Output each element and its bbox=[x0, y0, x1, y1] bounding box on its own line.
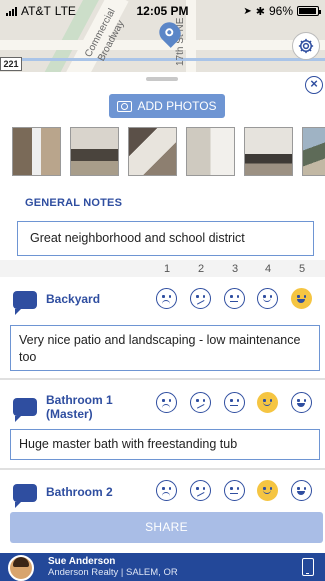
photo-strip[interactable] bbox=[12, 127, 325, 177]
photo-thumbnail[interactable] bbox=[128, 127, 177, 176]
battery-percent: 96% bbox=[268, 4, 293, 18]
route-badge: 221 bbox=[0, 57, 22, 71]
notes-sheet: × ADD PHOTOS GENERAL NOTES Great neighbo… bbox=[0, 72, 325, 581]
scale-number: 1 bbox=[163, 263, 171, 275]
scale-number: 2 bbox=[197, 263, 205, 275]
category-note-bathroom-1[interactable]: Huge master bath with freestanding tub bbox=[10, 429, 320, 460]
location-arrow-icon: ➤ bbox=[243, 5, 252, 17]
close-icon[interactable]: × bbox=[305, 76, 323, 94]
photo-thumbnail[interactable] bbox=[70, 127, 119, 176]
divider bbox=[0, 468, 325, 470]
comment-icon[interactable] bbox=[13, 484, 37, 508]
gear-icon[interactable] bbox=[292, 32, 320, 60]
agent-footer: Sue Anderson Anderson Realty | SALEM, OR bbox=[0, 553, 325, 581]
bluetooth-icon: ✱ bbox=[255, 5, 265, 18]
agent-company: Anderson Realty | SALEM, OR bbox=[48, 567, 178, 578]
general-notes-title: GENERAL NOTES bbox=[25, 197, 123, 209]
rating-face-5[interactable] bbox=[291, 392, 312, 413]
photo-thumbnail[interactable] bbox=[186, 127, 235, 176]
comment-icon[interactable] bbox=[13, 291, 37, 315]
scale-number: 5 bbox=[298, 263, 306, 275]
category-label: Backyard bbox=[46, 292, 101, 306]
rating-face-3[interactable] bbox=[224, 392, 245, 413]
rating-scale-header: 1 2 3 4 5 bbox=[0, 260, 325, 277]
rating-face-4-selected[interactable] bbox=[257, 392, 278, 413]
category-row-bathroom-1: Bathroom 1 (Master) bbox=[0, 385, 325, 427]
phone-icon[interactable] bbox=[302, 558, 314, 576]
map-road bbox=[0, 40, 325, 50]
divider bbox=[0, 378, 325, 380]
rating-face-5[interactable] bbox=[291, 480, 312, 501]
agent-name: Sue Anderson bbox=[48, 556, 116, 567]
rating-face-2[interactable] bbox=[190, 480, 211, 501]
photo-thumbnail[interactable] bbox=[12, 127, 61, 176]
rating-face-1[interactable] bbox=[156, 480, 177, 501]
rating-face-4-selected[interactable] bbox=[257, 480, 278, 501]
photo-thumbnail[interactable] bbox=[302, 127, 325, 176]
category-note-backyard[interactable]: Very nice patio and landscaping - low ma… bbox=[10, 325, 320, 371]
comment-icon[interactable] bbox=[13, 398, 37, 422]
add-photos-button[interactable]: ADD PHOTOS bbox=[109, 94, 225, 118]
map-highway bbox=[0, 58, 325, 61]
rating-face-4[interactable] bbox=[257, 288, 278, 309]
status-bar: AT&T LTE 12:05 PM ➤ ✱ 96% bbox=[0, 0, 325, 20]
rating-face-1[interactable] bbox=[156, 288, 177, 309]
photo-thumbnail[interactable] bbox=[244, 127, 293, 176]
category-label: Bathroom 1 (Master) bbox=[46, 393, 113, 421]
avatar bbox=[8, 555, 34, 581]
rating-face-5-selected[interactable] bbox=[291, 288, 312, 309]
rating-face-3[interactable] bbox=[224, 480, 245, 501]
rating-face-2[interactable] bbox=[190, 392, 211, 413]
scale-number: 3 bbox=[231, 263, 239, 275]
drag-handle[interactable] bbox=[146, 77, 178, 81]
rating-face-1[interactable] bbox=[156, 392, 177, 413]
battery-icon bbox=[297, 6, 321, 16]
category-row-backyard: Backyard bbox=[0, 280, 325, 318]
rating-face-3[interactable] bbox=[224, 288, 245, 309]
rating-face-2[interactable] bbox=[190, 288, 211, 309]
camera-icon bbox=[117, 100, 133, 112]
category-label: Bathroom 2 bbox=[46, 485, 113, 499]
share-button[interactable]: SHARE bbox=[10, 512, 323, 543]
add-photos-label: ADD PHOTOS bbox=[137, 99, 217, 113]
general-notes-input[interactable]: Great neighborhood and school district bbox=[17, 221, 314, 256]
category-row-bathroom-2: Bathroom 2 bbox=[0, 473, 325, 511]
scale-number: 4 bbox=[264, 263, 272, 275]
